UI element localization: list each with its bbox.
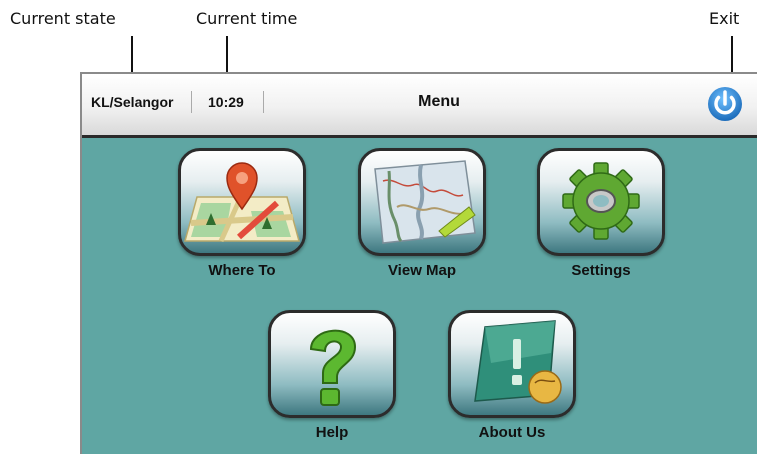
map-pin-icon <box>184 162 300 243</box>
settings-label: Settings <box>571 262 631 279</box>
where-to-button[interactable]: Where To <box>178 148 310 279</box>
page-title: Menu <box>418 93 460 110</box>
settings-button[interactable]: Settings <box>537 148 669 279</box>
settings-icon-box <box>537 148 665 256</box>
about-us-button[interactable]: About Us <box>448 310 580 441</box>
help-icon-box <box>268 310 396 418</box>
divider <box>263 91 264 113</box>
current-state-text: KL/Selangor <box>91 94 174 110</box>
about-us-label: About Us <box>478 424 546 441</box>
where-to-icon-box <box>178 148 306 256</box>
view-map-button[interactable]: View Map <box>358 148 490 279</box>
info-book-icon <box>474 320 562 404</box>
help-button[interactable]: Help <box>268 310 400 441</box>
question-mark-icon <box>309 329 357 406</box>
divider <box>191 91 192 113</box>
map-icon <box>374 160 476 244</box>
status-bar: KL/Selangor 10:29 Menu <box>82 74 757 138</box>
annotation-current-time: Current time <box>196 9 298 28</box>
annotation-exit: Exit <box>709 9 740 28</box>
gear-icon <box>562 162 640 240</box>
device-screen: KL/Selangor 10:29 Menu Where To View Map… <box>80 72 757 454</box>
annotation-current-state: Current state <box>10 9 116 28</box>
current-time-text: 10:29 <box>208 94 244 110</box>
exit-button[interactable] <box>706 85 744 123</box>
view-map-icon-box <box>358 148 486 256</box>
about-us-icon-box <box>448 310 576 418</box>
help-label: Help <box>315 424 349 441</box>
view-map-label: View Map <box>387 262 457 279</box>
where-to-label: Where To <box>208 262 276 279</box>
power-icon <box>708 87 742 121</box>
